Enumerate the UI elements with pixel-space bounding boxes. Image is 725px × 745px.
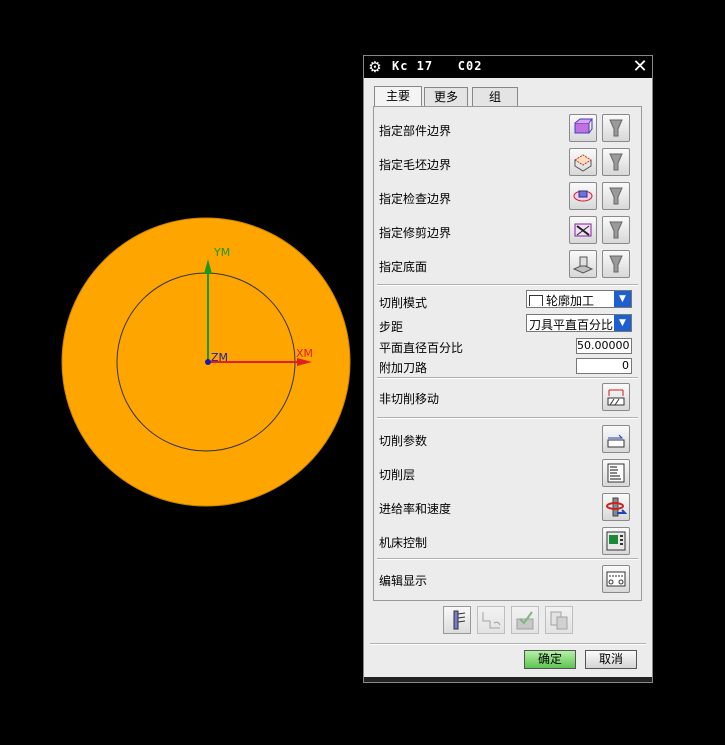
flashlight-icon	[609, 221, 623, 239]
cut-levels-icon	[607, 463, 625, 483]
flashlight-icon	[609, 187, 623, 205]
display-blank-boundary-button[interactable]	[602, 148, 630, 176]
flashlight-icon	[609, 119, 623, 137]
ok-button[interactable]: 确定	[524, 650, 576, 669]
floor-label: 指定底面	[379, 260, 428, 274]
trim-boundary-label: 指定修剪边界	[379, 226, 452, 240]
gear-icon[interactable]: ⚙	[366, 58, 384, 76]
additional-passes-input[interactable]: 0	[576, 358, 632, 374]
separator	[377, 417, 638, 419]
list-button[interactable]	[545, 606, 573, 634]
machine-control-icon	[606, 531, 626, 551]
feeds-speeds-icon	[606, 497, 627, 517]
main-panel: 指定部件边界 指定毛坯边界 指定检查边界 指定修剪边界 指定底面 切削模式 轮廓…	[373, 106, 642, 601]
machine-control-button[interactable]	[602, 527, 630, 555]
floor-icon	[572, 256, 594, 274]
specify-floor-button[interactable]	[569, 250, 597, 278]
chevron-down-icon[interactable]: ▼	[614, 291, 631, 307]
trim-boundary-icon	[574, 223, 592, 237]
non-cutting-icon	[607, 389, 625, 406]
machine-control-label: 机床控制	[379, 536, 428, 550]
tab-label: 主要	[385, 89, 410, 103]
stepover-label: 步距	[379, 320, 404, 334]
list-icon	[550, 611, 568, 630]
tab-label: 组	[488, 90, 501, 104]
tab-label: 更多	[433, 90, 458, 104]
feeds-speeds-button[interactable]	[602, 493, 630, 521]
cut-pattern-label: 切削模式	[379, 296, 428, 310]
cut-levels-button[interactable]	[602, 459, 630, 487]
replay-icon	[482, 612, 501, 629]
specify-check-boundary-button[interactable]	[569, 182, 597, 210]
edit-display-button[interactable]	[602, 565, 630, 593]
non-cutting-moves-button[interactable]	[602, 383, 630, 411]
verify-icon	[516, 611, 534, 630]
check-boundary-icon	[573, 190, 593, 202]
verify-button[interactable]	[511, 606, 539, 634]
check-boundary-label: 指定检查边界	[379, 192, 452, 206]
blank-boundary-icon	[574, 154, 592, 172]
non-cutting-label: 非切削移动	[379, 392, 440, 406]
operation-dialog: ⚙ Kc 17 C02 ✕ 主要 更多 组 指定部件边界 指定毛坯边界 指定检查…	[363, 55, 653, 683]
tab-group[interactable]: 组	[472, 87, 518, 106]
replay-button[interactable]	[477, 606, 505, 634]
generate-icon	[453, 610, 466, 630]
dialog-title: Kc 17 C02	[392, 59, 483, 73]
flashlight-icon	[609, 153, 623, 171]
cancel-button[interactable]: 取消	[585, 650, 637, 669]
y-axis-label: YM	[213, 246, 230, 259]
blank-boundary-label: 指定毛坯边界	[379, 158, 452, 172]
cut-levels-label: 切削层	[379, 468, 416, 482]
specify-part-boundary-button[interactable]	[569, 114, 597, 142]
tab-main[interactable]: 主要	[374, 86, 422, 107]
display-trim-boundary-button[interactable]	[602, 216, 630, 244]
part-boundary-label: 指定部件边界	[379, 124, 452, 138]
part-boundary-icon	[574, 118, 593, 134]
dialog-titlebar[interactable]: ⚙ Kc 17 C02 ✕	[364, 56, 652, 78]
additional-passes-label: 附加刀路	[379, 361, 428, 375]
profile-pattern-icon	[529, 295, 543, 306]
cutting-params-label: 切削参数	[379, 434, 428, 448]
graphics-viewport[interactable]: YM XM ZM	[0, 0, 360, 745]
separator	[377, 558, 638, 560]
generate-button[interactable]	[443, 606, 471, 634]
tab-more[interactable]: 更多	[424, 87, 468, 106]
flashlight-icon	[609, 255, 623, 273]
stepover-select[interactable]: 刀具平直百分比 ▼	[526, 314, 632, 332]
cutting-params-button[interactable]	[602, 425, 630, 453]
cut-pattern-value: 轮廓加工	[529, 292, 613, 309]
close-icon[interactable]: ✕	[630, 57, 650, 77]
separator	[370, 643, 646, 645]
chevron-down-icon[interactable]: ▼	[614, 315, 631, 331]
z-axis-label: ZM	[211, 351, 228, 364]
flat-diameter-input[interactable]: 50.00000	[576, 338, 632, 354]
cut-pattern-select[interactable]: 轮廓加工 ▼	[526, 290, 632, 308]
edit-display-icon	[606, 571, 626, 587]
stepover-value: 刀具平直百分比	[529, 318, 613, 332]
display-check-boundary-button[interactable]	[602, 182, 630, 210]
display-floor-button[interactable]	[602, 250, 630, 278]
separator	[377, 377, 638, 379]
feeds-speeds-label: 进给率和速度	[379, 502, 452, 516]
dialog-bottom-strip	[364, 677, 652, 682]
display-part-boundary-button[interactable]	[602, 114, 630, 142]
cutting-params-icon	[607, 434, 625, 448]
x-axis-label: XM	[296, 347, 313, 360]
cut-pattern-text: 轮廓加工	[546, 294, 595, 308]
edit-display-label: 编辑显示	[379, 574, 428, 588]
separator	[377, 284, 638, 286]
specify-trim-boundary-button[interactable]	[569, 216, 597, 244]
flat-diameter-label: 平面直径百分比	[379, 341, 464, 355]
specify-blank-boundary-button[interactable]	[569, 148, 597, 176]
